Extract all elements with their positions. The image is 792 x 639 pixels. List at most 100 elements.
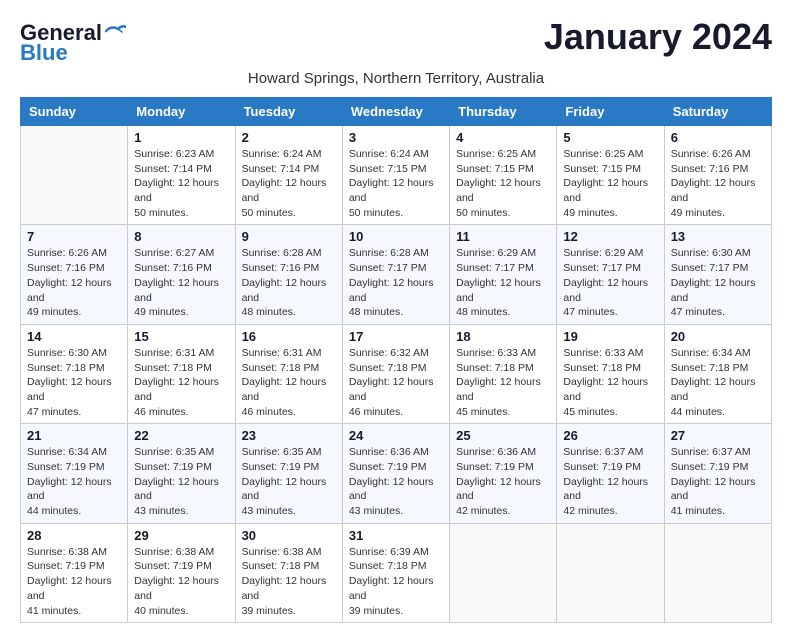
day-info: Sunrise: 6:33 AMSunset: 7:18 PMDaylight:… (563, 346, 657, 419)
day-info: Sunrise: 6:38 AMSunset: 7:19 PMDaylight:… (134, 545, 228, 618)
day-info-line: Daylight: 12 hours and (134, 276, 228, 305)
day-info-line: Daylight: 12 hours and (134, 574, 228, 603)
day-info: Sunrise: 6:35 AMSunset: 7:19 PMDaylight:… (134, 445, 228, 518)
day-number: 26 (563, 428, 657, 443)
calendar-cell (664, 523, 771, 622)
calendar-cell: 23Sunrise: 6:35 AMSunset: 7:19 PMDayligh… (235, 424, 342, 523)
day-info-line: 43 minutes. (242, 504, 336, 519)
day-info: Sunrise: 6:30 AMSunset: 7:17 PMDaylight:… (671, 246, 765, 319)
calendar-cell: 13Sunrise: 6:30 AMSunset: 7:17 PMDayligh… (664, 225, 771, 324)
day-info-line: 49 minutes. (563, 206, 657, 221)
day-info-line: Sunrise: 6:38 AM (242, 545, 336, 560)
day-info: Sunrise: 6:25 AMSunset: 7:15 PMDaylight:… (456, 147, 550, 220)
day-number: 14 (27, 329, 121, 344)
day-info-line: Daylight: 12 hours and (242, 375, 336, 404)
day-number: 20 (671, 329, 765, 344)
day-info-line: Sunset: 7:19 PM (563, 460, 657, 475)
day-info-line: Sunrise: 6:36 AM (456, 445, 550, 460)
day-info-line: 44 minutes. (27, 504, 121, 519)
day-number: 24 (349, 428, 443, 443)
weekday-header-monday: Monday (128, 98, 235, 126)
day-info-line: Sunset: 7:19 PM (27, 460, 121, 475)
day-number: 23 (242, 428, 336, 443)
day-info-line: Sunrise: 6:31 AM (242, 346, 336, 361)
day-info-line: Sunset: 7:16 PM (671, 162, 765, 177)
calendar-cell: 8 Sunrise: 6:27 AMSunset: 7:16 PMDaylight… (128, 225, 235, 324)
day-info-line: Daylight: 12 hours and (349, 276, 443, 305)
day-info-line: 49 minutes. (134, 305, 228, 320)
weekday-header-row: SundayMondayTuesdayWednesdayThursdayFrid… (21, 98, 772, 126)
calendar-cell: 2Sunrise: 6:24 AMSunset: 7:14 PMDaylight… (235, 126, 342, 225)
day-number: 16 (242, 329, 336, 344)
day-info-line: Sunset: 7:18 PM (349, 559, 443, 574)
day-info-line: Daylight: 12 hours and (27, 375, 121, 404)
day-info-line: Daylight: 12 hours and (27, 574, 121, 603)
calendar-cell (557, 523, 664, 622)
day-info-line: 47 minutes. (27, 405, 121, 420)
month-title: January 2024 (544, 16, 772, 58)
calendar-table: SundayMondayTuesdayWednesdayThursdayFrid… (20, 97, 772, 623)
day-info: Sunrise: 6:27 AMSunset: 7:16 PMDaylight:… (134, 246, 228, 319)
day-info-line: Sunrise: 6:35 AM (242, 445, 336, 460)
day-info-line: 47 minutes. (563, 305, 657, 320)
day-info-line: Daylight: 12 hours and (134, 475, 228, 504)
day-info: Sunrise: 6:29 AMSunset: 7:17 PMDaylight:… (563, 246, 657, 319)
calendar-cell: 9Sunrise: 6:28 AMSunset: 7:16 PMDaylight… (235, 225, 342, 324)
day-info-line: Sunrise: 6:32 AM (349, 346, 443, 361)
calendar-cell: 22 Sunrise: 6:35 AMSunset: 7:19 PMDayligh… (128, 424, 235, 523)
day-number: 6 (671, 130, 765, 145)
day-info-line: Daylight: 12 hours and (563, 276, 657, 305)
day-info-line: 48 minutes. (456, 305, 550, 320)
day-info-line: Daylight: 12 hours and (349, 176, 443, 205)
day-info-line: Sunrise: 6:28 AM (349, 246, 443, 261)
day-number: 19 (563, 329, 657, 344)
day-info: Sunrise: 6:39 AMSunset: 7:18 PMDaylight:… (349, 545, 443, 618)
day-info: Sunrise: 6:26 AMSunset: 7:16 PMDaylight:… (27, 246, 121, 319)
day-number: 11 (456, 229, 550, 244)
day-number: 8 (134, 229, 228, 244)
day-info: Sunrise: 6:33 AMSunset: 7:18 PMDaylight:… (456, 346, 550, 419)
day-info-line: 50 minutes. (456, 206, 550, 221)
day-number: 22 (134, 428, 228, 443)
weekday-header-wednesday: Wednesday (342, 98, 449, 126)
weekday-header-friday: Friday (557, 98, 664, 126)
day-info-line: Sunset: 7:19 PM (27, 559, 121, 574)
day-number: 30 (242, 528, 336, 543)
week-row-5: 28Sunrise: 6:38 AMSunset: 7:19 PMDayligh… (21, 523, 772, 622)
day-info-line: Sunrise: 6:30 AM (27, 346, 121, 361)
day-info-line: Sunset: 7:15 PM (456, 162, 550, 177)
day-number: 15 (134, 329, 228, 344)
day-info: Sunrise: 6:37 AMSunset: 7:19 PMDaylight:… (671, 445, 765, 518)
day-number: 7 (27, 229, 121, 244)
day-info-line: 46 minutes. (242, 405, 336, 420)
day-number: 25 (456, 428, 550, 443)
day-info-line: Sunset: 7:19 PM (134, 460, 228, 475)
day-info-line: Sunrise: 6:38 AM (27, 545, 121, 560)
calendar-cell: 29Sunrise: 6:38 AMSunset: 7:19 PMDayligh… (128, 523, 235, 622)
day-info-line: Sunrise: 6:33 AM (456, 346, 550, 361)
day-info-line: Sunrise: 6:24 AM (349, 147, 443, 162)
day-info-line: Sunset: 7:18 PM (242, 361, 336, 376)
day-number: 21 (27, 428, 121, 443)
day-info: Sunrise: 6:29 AMSunset: 7:17 PMDaylight:… (456, 246, 550, 319)
day-info-line: Daylight: 12 hours and (242, 574, 336, 603)
day-info-line: Sunset: 7:14 PM (134, 162, 228, 177)
day-info-line: Daylight: 12 hours and (134, 375, 228, 404)
calendar-cell: 11 Sunrise: 6:29 AMSunset: 7:17 PMDayligh… (450, 225, 557, 324)
calendar-cell: 1Sunrise: 6:23 AMSunset: 7:14 PMDaylight… (128, 126, 235, 225)
day-info-line: 50 minutes. (349, 206, 443, 221)
day-info-line: Sunrise: 6:28 AM (242, 246, 336, 261)
day-info-line: Daylight: 12 hours and (456, 276, 550, 305)
day-number: 1 (134, 130, 228, 145)
calendar-cell (450, 523, 557, 622)
day-info-line: 47 minutes. (671, 305, 765, 320)
day-number: 5 (563, 130, 657, 145)
calendar-cell: 5Sunrise: 6:25 AMSunset: 7:15 PMDaylight… (557, 126, 664, 225)
day-number: 18 (456, 329, 550, 344)
week-row-1: 1Sunrise: 6:23 AMSunset: 7:14 PMDaylight… (21, 126, 772, 225)
day-info-line: 40 minutes. (134, 604, 228, 619)
day-info-line: Sunset: 7:15 PM (563, 162, 657, 177)
day-info-line: Sunrise: 6:35 AM (134, 445, 228, 460)
day-info-line: Sunrise: 6:26 AM (27, 246, 121, 261)
day-number: 3 (349, 130, 443, 145)
